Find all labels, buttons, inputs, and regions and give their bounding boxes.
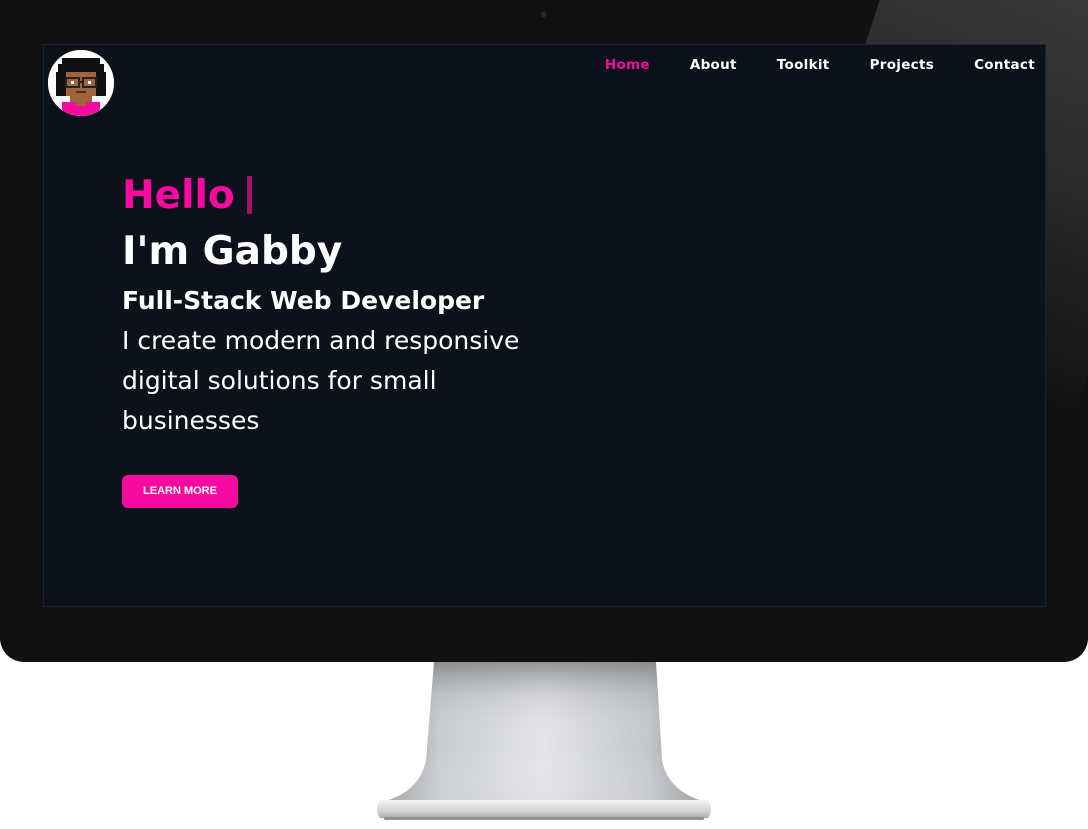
- nav-item-home[interactable]: Home: [565, 57, 650, 73]
- nav-item-contact[interactable]: Contact: [934, 57, 1035, 73]
- hero-tagline: I create modern and responsive digital s…: [122, 326, 520, 435]
- website-screen: Home About Toolkit Projects Contact Hell…: [43, 44, 1046, 607]
- hero-section: Hello I'm Gabby Full-Stack Web Developer…: [122, 169, 562, 441]
- learn-more-button[interactable]: LEARN MORE: [122, 475, 238, 508]
- nav-item-about[interactable]: About: [650, 57, 737, 73]
- monitor-stand: [377, 662, 711, 820]
- monitor-mockup: Home About Toolkit Projects Contact Hell…: [0, 0, 1088, 829]
- pixel-avatar-icon[interactable]: [48, 50, 114, 116]
- hero-role: Full-Stack Web Developer: [122, 286, 485, 315]
- nav-item-projects[interactable]: Projects: [830, 57, 935, 73]
- typing-cursor: [246, 176, 252, 214]
- hero-name: I'm Gabby: [122, 229, 343, 274]
- nav-item-toolkit[interactable]: Toolkit: [737, 57, 830, 73]
- monitor-bezel: Home About Toolkit Projects Contact Hell…: [0, 0, 1088, 662]
- greeting-row: Hello: [122, 169, 562, 221]
- hero-greeting: Hello: [122, 172, 235, 218]
- camera-icon: [540, 11, 547, 18]
- main-nav: Home About Toolkit Projects Contact: [565, 57, 1035, 73]
- avatar-graphic: [48, 50, 114, 116]
